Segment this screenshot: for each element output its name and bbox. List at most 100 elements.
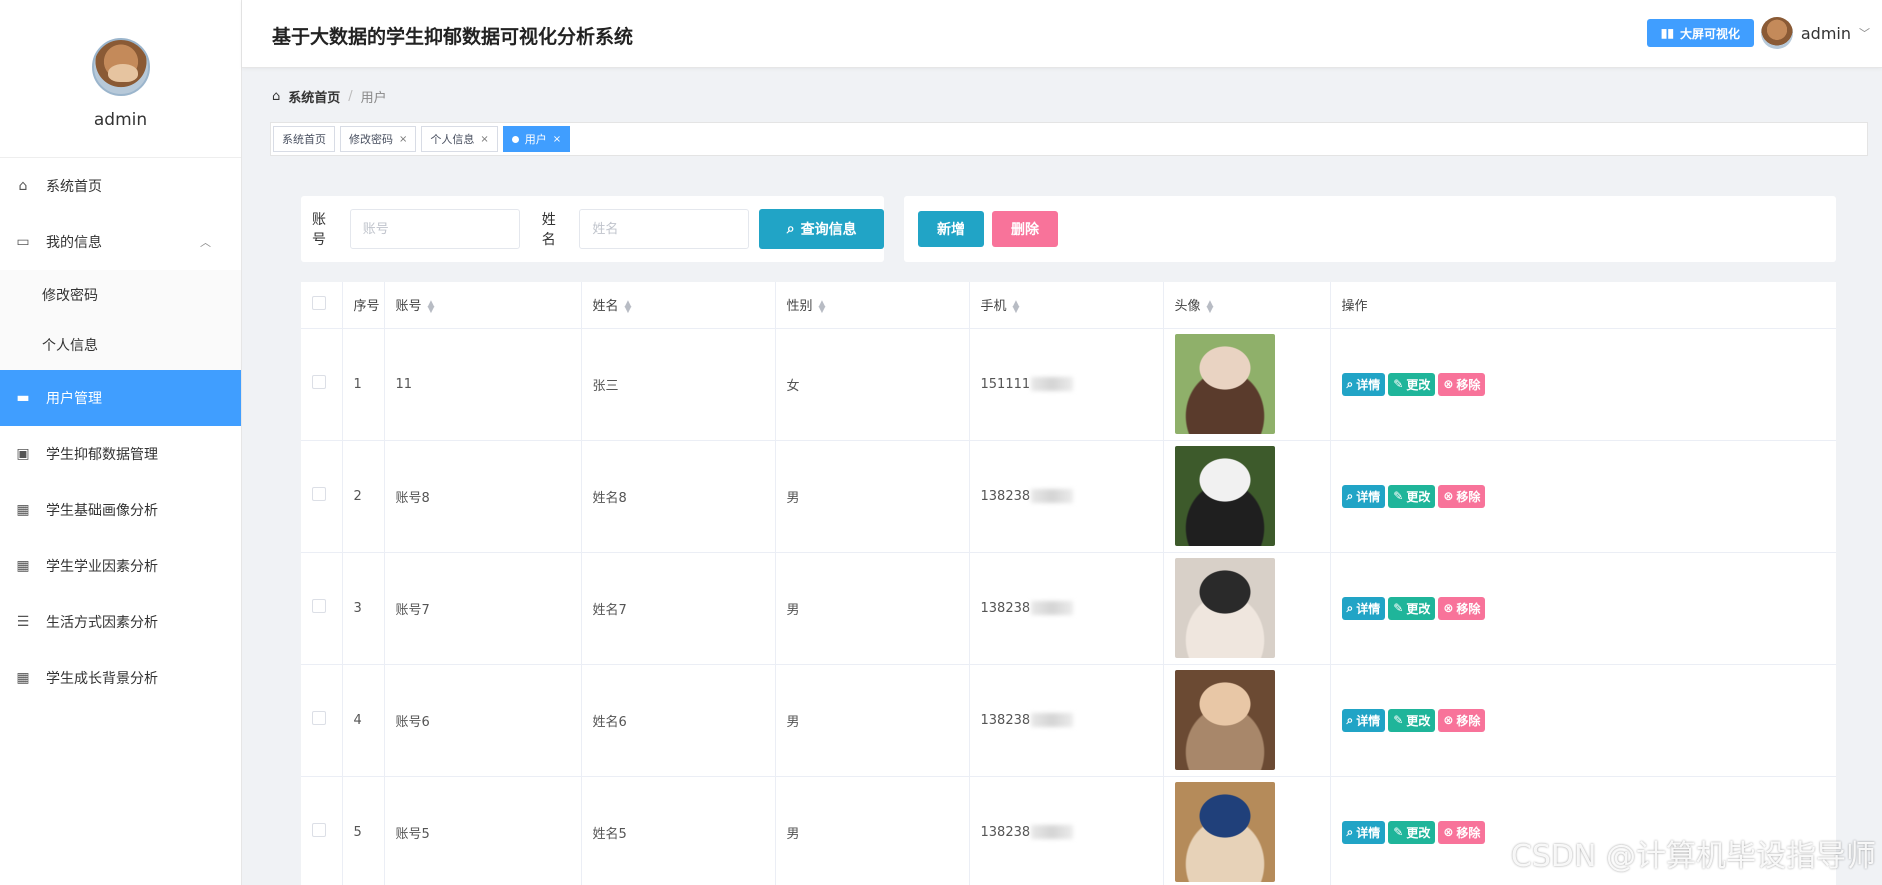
- sidebar-item-7[interactable]: ▦ 学生学业因素分析: [0, 538, 241, 594]
- name-search-input[interactable]: [579, 209, 750, 249]
- tag-2[interactable]: 个人信息 ×: [421, 126, 498, 152]
- sidebar: admin ⌂ 系统首页 ▭ 我的信息 ︿ 修改密码 个人信息 ▬ 用户管理 ▣ 学生抑郁数据管理 ▦…: [0, 0, 242, 885]
- cell-avatar: [1163, 664, 1331, 777]
- cell-phone: 138238: [969, 776, 1164, 885]
- clipboard-icon: ▣: [16, 446, 30, 462]
- user-photo[interactable]: [1174, 558, 1275, 658]
- sort-icon[interactable]: ▲ ▼: [428, 299, 435, 314]
- sidebar-item-9[interactable]: ▦ 学生成长背景分析: [0, 650, 241, 706]
- user-table: 序号 账号 ▲ ▼ 姓名 ▲ ▼ 性别 ▲ ▼ 手机 ▲ ▼ 头像 ▲ ▼ 操作 1 11 张三女 151…: [301, 282, 1836, 885]
- select-all-checkbox[interactable]: [312, 295, 326, 310]
- sidebar-item-4[interactable]: ▬ 用户管理: [0, 370, 241, 426]
- tag-3[interactable]: 用户 ×: [502, 126, 571, 152]
- edit-button[interactable]: ✎ 更改: [1388, 820, 1436, 844]
- sidebar-user-panel: admin: [0, 0, 241, 158]
- column-header-name[interactable]: 姓名 ▲ ▼: [581, 282, 776, 329]
- grid-icon: ▦: [16, 558, 30, 574]
- row-checkbox[interactable]: [312, 487, 326, 501]
- sidebar-item-5[interactable]: ▣ 学生抑郁数据管理: [0, 426, 241, 482]
- phone-text: 138238: [980, 600, 1031, 616]
- remove-button[interactable]: ⊗ 移除: [1438, 484, 1486, 508]
- card-icon: ▭: [16, 234, 30, 250]
- avatar: [1760, 17, 1793, 49]
- phone-text: 151111: [980, 376, 1031, 392]
- account-search-input[interactable]: [349, 209, 520, 249]
- bar-chart-icon: ▮▮: [1660, 26, 1674, 40]
- table-row: 4 账号6 姓名6 男 138238 ⌕ 详情 ✎ 更改 ⊗ 移除: [301, 664, 1836, 777]
- breadcrumb-home[interactable]: 系统首页: [288, 87, 340, 106]
- search-panel: 账号 姓名 ⌕ 查询信息: [301, 196, 884, 262]
- row-checkbox[interactable]: [312, 375, 326, 389]
- remove-button[interactable]: ⊗ 移除: [1438, 596, 1486, 620]
- delete-button[interactable]: 删除: [992, 211, 1058, 247]
- pencil-icon: ✎: [1393, 601, 1404, 615]
- cell-name: 姓名8: [581, 440, 776, 553]
- row-select-cell: [301, 664, 343, 777]
- search-icon: ⌕: [786, 221, 795, 237]
- detail-button[interactable]: ⌕ 详情: [1341, 708, 1386, 732]
- detail-button[interactable]: ⌕ 详情: [1341, 820, 1386, 844]
- sidebar-item-6[interactable]: ▦ 学生基础画像分析: [0, 482, 241, 538]
- sidebar-item-0[interactable]: ⌂ 系统首页: [0, 158, 241, 214]
- remove-button[interactable]: ⊗ 移除: [1438, 372, 1486, 396]
- remove-button[interactable]: ⊗ 移除: [1438, 708, 1486, 732]
- sort-icon[interactable]: ▲ ▼: [1013, 299, 1020, 314]
- cell-no: 4: [342, 664, 385, 777]
- phone-mask: [1031, 377, 1074, 391]
- tag-0[interactable]: 系统首页: [273, 126, 335, 152]
- phone-mask: [1031, 601, 1074, 615]
- column-header-account[interactable]: 账号 ▲ ▼: [384, 282, 582, 329]
- close-icon[interactable]: ×: [480, 134, 488, 145]
- sort-icon[interactable]: ▲ ▼: [625, 299, 632, 314]
- edit-button[interactable]: ✎ 更改: [1388, 708, 1436, 732]
- cell-ops: ⌕ 详情 ✎ 更改 ⊗ 移除: [1330, 552, 1836, 665]
- user-photo[interactable]: [1174, 334, 1275, 434]
- detail-button[interactable]: ⌕ 详情: [1341, 484, 1386, 508]
- edit-button[interactable]: ✎ 更改: [1388, 372, 1436, 396]
- detail-button[interactable]: ⌕ 详情: [1341, 596, 1386, 620]
- detail-button[interactable]: ⌕ 详情: [1341, 372, 1386, 396]
- row-checkbox[interactable]: [312, 823, 326, 837]
- tag-1[interactable]: 修改密码 ×: [340, 126, 417, 152]
- user-photo[interactable]: [1174, 782, 1275, 882]
- column-header-gender[interactable]: 性别 ▲ ▼: [775, 282, 970, 329]
- edit-button[interactable]: ✎ 更改: [1388, 596, 1436, 620]
- cell-name: 姓名7: [581, 552, 776, 665]
- phone-text: 138238: [980, 712, 1031, 728]
- column-header-avatar[interactable]: 头像 ▲ ▼: [1163, 282, 1331, 329]
- sidebar-item-1[interactable]: ▭ 我的信息 ︿: [0, 214, 241, 270]
- tag-label: 系统首页: [282, 133, 326, 146]
- column-header-phone[interactable]: 手机 ▲ ▼: [969, 282, 1164, 329]
- edit-button[interactable]: ✎ 更改: [1388, 484, 1436, 508]
- close-icon[interactable]: ×: [553, 134, 561, 145]
- user-photo[interactable]: [1174, 446, 1275, 546]
- header-user-menu[interactable]: admin ﹀: [1760, 17, 1870, 49]
- remove-button[interactable]: ⊗ 移除: [1438, 820, 1486, 844]
- phone-text: 138238: [980, 488, 1031, 504]
- sidebar-item-2[interactable]: 修改密码: [0, 270, 241, 320]
- add-button[interactable]: 新增: [918, 211, 984, 247]
- breadcrumb: ⌂ 系统首页 / 用户: [272, 87, 387, 106]
- row-checkbox[interactable]: [312, 599, 326, 613]
- cell-phone: 138238: [969, 664, 1164, 777]
- cell-ops: ⌕ 详情 ✎ 更改 ⊗ 移除: [1330, 328, 1836, 441]
- row-select-cell: [301, 776, 343, 885]
- watermark: CSDN @计算机毕设指导师: [1510, 839, 1876, 874]
- sidebar-username: admin: [93, 110, 148, 130]
- page-title: 基于大数据的学生抑郁数据可视化分析系统: [272, 26, 634, 48]
- row-checkbox[interactable]: [312, 711, 326, 725]
- big-screen-button[interactable]: ▮▮ 大屏可视化: [1646, 19, 1754, 47]
- sidebar-item-3[interactable]: 个人信息: [0, 320, 241, 370]
- close-icon[interactable]: ×: [399, 134, 407, 145]
- sort-icon[interactable]: ▲ ▼: [819, 299, 826, 314]
- cell-phone: 151111: [969, 328, 1164, 441]
- query-button[interactable]: ⌕ 查询信息: [759, 209, 884, 249]
- sort-icon[interactable]: ▲ ▼: [1207, 299, 1214, 314]
- sidebar-item-8[interactable]: ☰ 生活方式因素分析: [0, 594, 241, 650]
- user-photo[interactable]: [1174, 670, 1275, 770]
- cell-gender: 男: [775, 440, 970, 553]
- cell-avatar: [1163, 552, 1331, 665]
- grid-icon: ▦: [16, 670, 30, 686]
- close-circle-icon: ⊗: [1443, 713, 1454, 727]
- tags-view-bar: 系统首页 修改密码 × 个人信息 × 用户 ×: [270, 122, 1868, 156]
